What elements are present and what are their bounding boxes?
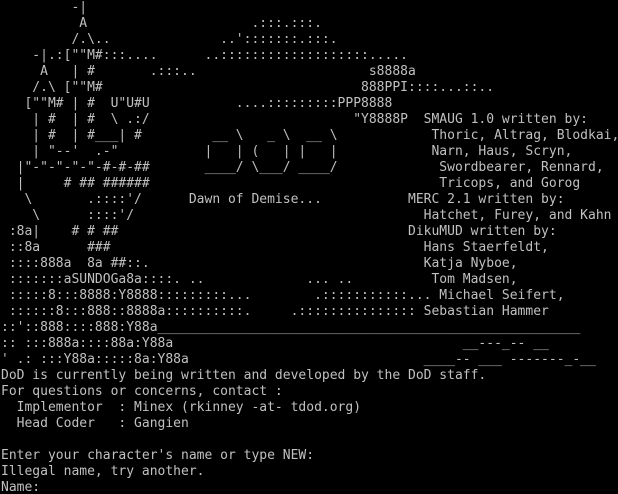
contact-heading: For questions or concerns, contact : (1, 384, 283, 399)
terminal-window[interactable]: -| A .:::.:::. /.\.. ..':::::::.:::. -|.… (0, 0, 618, 494)
banner-line: -|.:[""M#:::.... ..:::::::::::::::::::..… (1, 48, 408, 63)
banner-line: :8a| # # ## DikuMUD written by: (1, 224, 557, 239)
banner-line: /.\.. ..':::::::.:::. (1, 32, 338, 47)
banner-line: ::8a ### Hans Staerfeldt, (1, 240, 549, 255)
banner-line: [""M# | # U"U#U ....:::::::::PPP8888 (1, 96, 393, 111)
banner-line: ::'::888::::888:Y88a____________________… (1, 320, 581, 335)
banner-line: /.\ [""M# 888PPI::::...::.. (1, 80, 495, 95)
banner-line: \ .::::'/ Dawn of Demise... MERC 2.1 wri… (1, 192, 565, 207)
banner-line: A .:::.:::. (1, 16, 322, 31)
banner-line: | "--' .-" | | ( | | | Narn, Haus, Scryn… (1, 144, 573, 159)
banner-line: ' .: :::Y88a:::::8a:Y88a ____-- ___ ----… (1, 352, 596, 367)
banner-line: :::::::aSUNDOGa8a::::. .. ... .. Tom Mad… (1, 272, 518, 287)
banner-line: | # | # \ .:/ "Y8888P SMAUG 1.0 written … (1, 112, 588, 127)
banner-line: -| (1, 0, 88, 15)
banner-line: ::::::8:::888::8888a::::::::::. .:::::::… (1, 304, 549, 319)
login-prompt: Enter your character's name or type NEW: (1, 448, 315, 463)
banner-line: |"-"-"-"-"-#-#-## ____/ \___/ ____/ Swor… (1, 160, 604, 175)
banner-line: A | # .:::.. s8888a (1, 64, 416, 79)
banner-line: | # | #___| # __ \ _ \ __ \ Thoric, Altr… (1, 128, 618, 143)
name-input[interactable] (40, 480, 601, 494)
banner-line: \ ::::'/ Hatchet, Furey, and Kahn (1, 208, 612, 223)
head-coder-info: Head Coder : Gangien (1, 416, 189, 431)
banner-line: ::::888a 8a ##::. Katja Nyboe, (1, 256, 518, 271)
implementor-info: Implementor : Minex (rkinney -at- tdod.o… (1, 400, 362, 415)
error-message: Illegal name, try another. (1, 464, 205, 479)
banner-line: | # ## ###### Tricops, and Gorog (1, 176, 581, 191)
dev-notice: DoD is currently being written and devel… (1, 368, 487, 383)
name-prompt-row: Name: (0, 480, 618, 494)
name-label: Name: (1, 480, 41, 494)
banner-line: :: :::888a::::88a:Y88a __---_-- __ (1, 336, 549, 351)
banner-line: :::::8:::8888:Y8888:::::::::... .:::::::… (1, 288, 565, 303)
ascii-art-banner: -| A .:::.:::. /.\.. ..':::::::.:::. -|.… (0, 0, 618, 368)
